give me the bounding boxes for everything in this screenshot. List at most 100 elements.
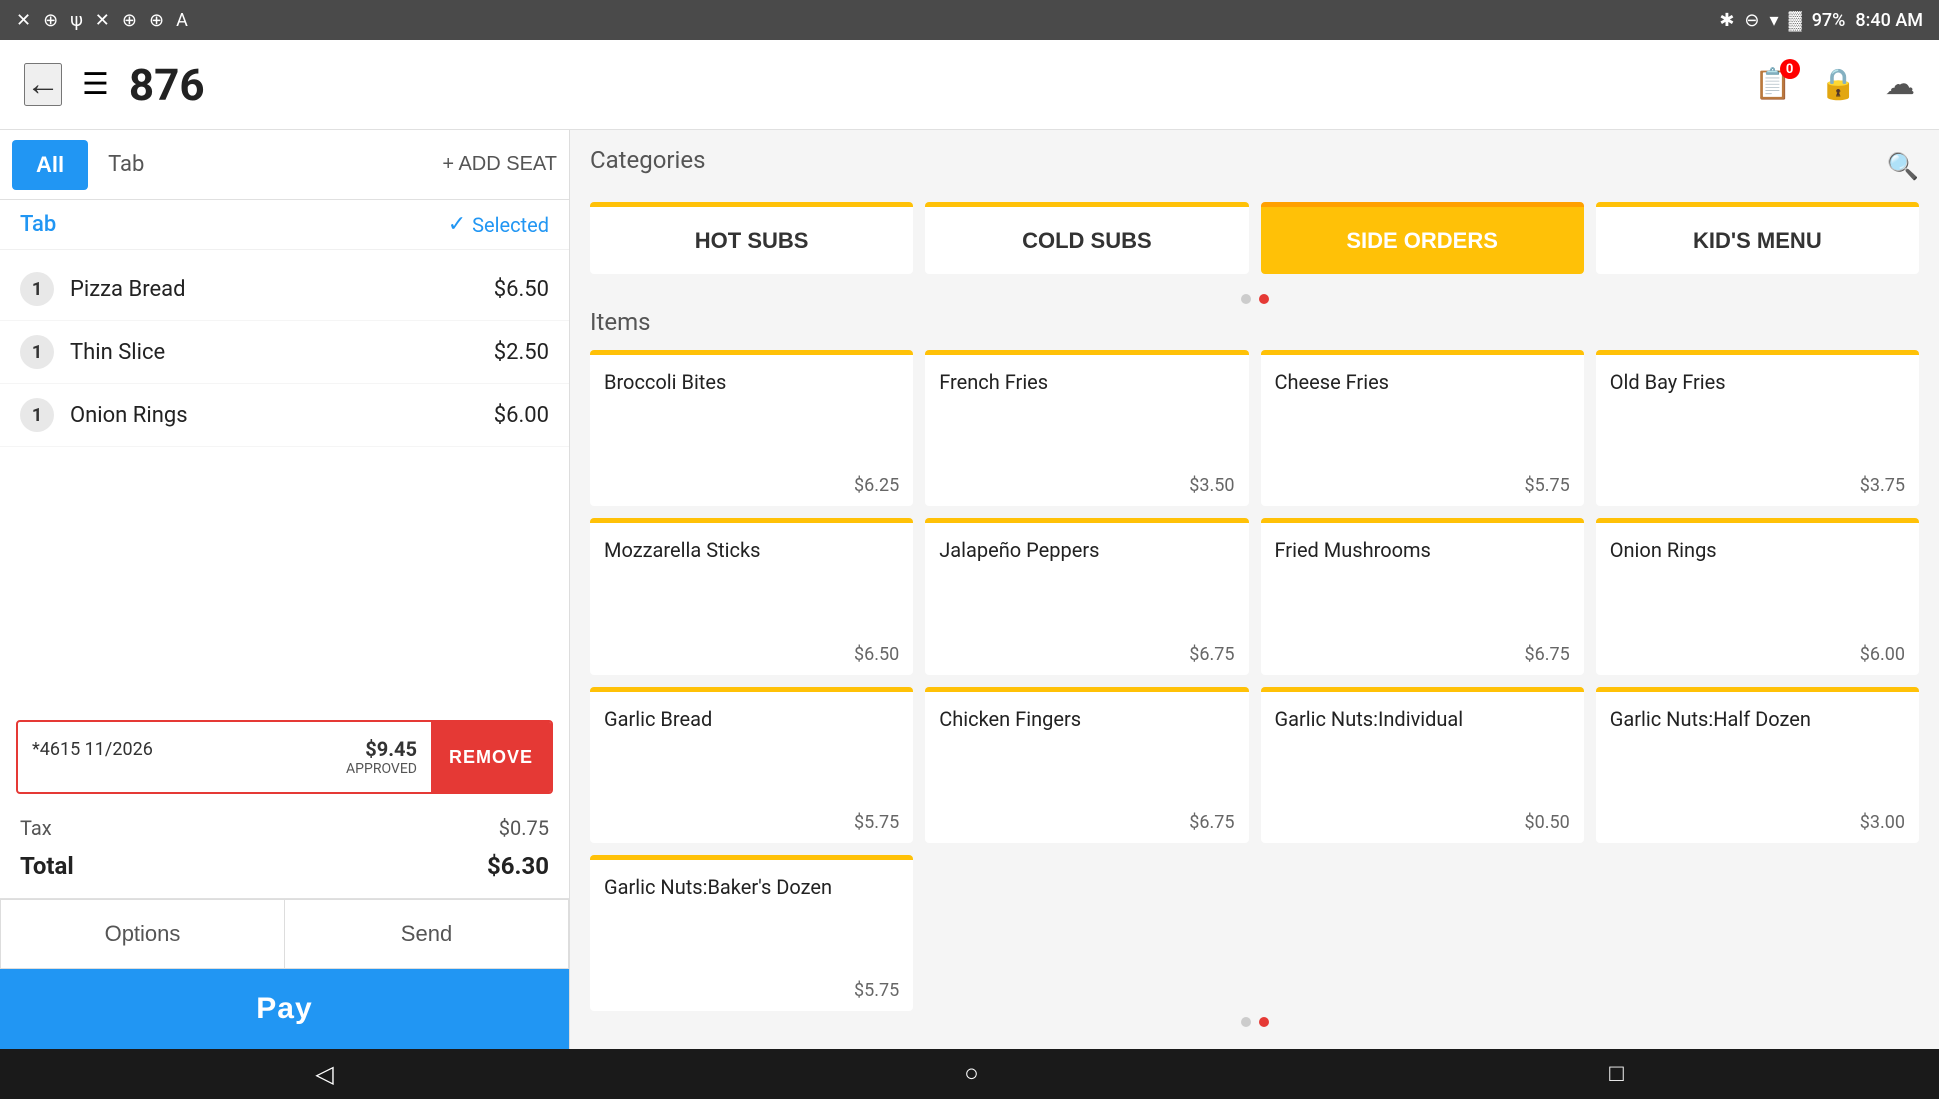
item-card-price: $3.00 — [1610, 812, 1905, 833]
status-icon-5: ⊕ — [122, 10, 137, 31]
tab-header: Tab ✓ Selected — [0, 200, 569, 250]
item-card-name: Jalapeño Peppers — [939, 537, 1234, 633]
item-qty: 1 — [20, 272, 54, 306]
cat-dot-1 — [1241, 294, 1251, 304]
item-card-name: Mozzarella Sticks — [604, 537, 899, 633]
item-card-name: Old Bay Fries — [1610, 369, 1905, 465]
item-price: $6.00 — [494, 403, 549, 428]
selected-label: ✓ Selected — [448, 212, 549, 237]
total-label: Total — [20, 852, 74, 880]
item-card[interactable]: Garlic Nuts:Half Dozen $3.00 — [1596, 687, 1919, 843]
item-card-price: $5.75 — [1275, 475, 1570, 496]
notification-badge: 0 — [1780, 59, 1800, 79]
cat-dot-2 — [1259, 294, 1269, 304]
item-card[interactable]: Garlic Nuts:Baker's Dozen $5.75 — [590, 855, 913, 1011]
nav-square-button[interactable]: □ — [1569, 1052, 1664, 1096]
orders-icon[interactable]: 📋 0 — [1754, 67, 1791, 102]
item-card-price: $3.50 — [939, 475, 1234, 496]
send-button[interactable]: Send — [284, 899, 569, 969]
item-card-name: Garlic Bread — [604, 706, 899, 802]
pay-button[interactable]: Pay — [0, 969, 569, 1049]
remove-button[interactable]: REMOVE — [431, 722, 551, 792]
bluetooth-icon: ✱ — [1719, 10, 1734, 31]
selected-text: Selected — [472, 213, 549, 237]
options-button[interactable]: Options — [0, 899, 284, 969]
item-card[interactable]: Onion Rings $6.00 — [1596, 518, 1919, 674]
left-panel: All Tab + ADD SEAT Tab ✓ Selected 1 Pizz… — [0, 130, 570, 1049]
item-card-name: Fried Mushrooms — [1275, 537, 1570, 633]
order-items-list: 1 Pizza Bread $6.50 1 Thin Slice $2.50 1… — [0, 250, 569, 712]
categories-title: Categories — [590, 146, 706, 174]
item-card-price: $5.75 — [604, 980, 899, 1001]
status-right: ✱ ⊖ ▾ ▓ 97% 8:40 AM — [1719, 10, 1923, 31]
item-card[interactable]: French Fries $3.50 — [925, 350, 1248, 506]
right-panel: Categories 🔍 HOT SUBSCOLD SUBSSIDE ORDER… — [570, 130, 1939, 1049]
all-button[interactable]: All — [12, 140, 88, 190]
item-price: $6.50 — [494, 277, 549, 302]
item-card-price: $6.75 — [939, 812, 1234, 833]
action-buttons: Options Send — [0, 898, 569, 969]
categories-row: HOT SUBSCOLD SUBSSIDE ORDERSKID'S MENU — [590, 202, 1919, 274]
category-pagination — [590, 290, 1919, 308]
add-seat-button[interactable]: + ADD SEAT — [442, 153, 557, 176]
payment-info: *4615 11/2026 $9.45 APPROVED — [18, 727, 431, 787]
item-card[interactable]: Garlic Nuts:Individual $0.50 — [1261, 687, 1584, 843]
item-card[interactable]: Jalapeño Peppers $6.75 — [925, 518, 1248, 674]
battery-icon: ▓ — [1789, 10, 1802, 31]
status-icon-7: A — [176, 10, 188, 31]
item-card-price: $6.50 — [604, 644, 899, 665]
wifi-icon: ▾ — [1770, 10, 1779, 31]
status-icons-left: ✕ ⊕ ψ ✕ ⊕ ⊕ A — [16, 10, 188, 31]
categories-header: Categories 🔍 — [590, 146, 1919, 188]
checkmark-icon: ✓ — [448, 212, 466, 237]
order-number: 876 — [129, 59, 205, 111]
status-icon-6: ⊕ — [149, 10, 164, 31]
back-button[interactable]: ← — [24, 63, 62, 106]
item-qty: 1 — [20, 398, 54, 432]
nav-back-button[interactable]: ◁ — [275, 1052, 373, 1097]
order-item[interactable]: 1 Thin Slice $2.50 — [0, 321, 569, 384]
bottom-nav: ◁ ○ □ — [0, 1049, 1939, 1099]
category-button[interactable]: HOT SUBS — [590, 202, 913, 274]
category-button[interactable]: SIDE ORDERS — [1261, 202, 1584, 274]
payment-card: *4615 11/2026 — [32, 739, 153, 760]
item-card[interactable]: Broccoli Bites $6.25 — [590, 350, 913, 506]
item-card-price: $5.75 — [604, 812, 899, 833]
item-card[interactable]: Old Bay Fries $3.75 — [1596, 350, 1919, 506]
main-content: All Tab + ADD SEAT Tab ✓ Selected 1 Pizz… — [0, 130, 1939, 1049]
order-item[interactable]: 1 Onion Rings $6.00 — [0, 384, 569, 447]
clock: 8:40 AM — [1855, 10, 1923, 31]
item-card-price: $6.75 — [939, 644, 1234, 665]
order-item[interactable]: 1 Pizza Bread $6.50 — [0, 258, 569, 321]
seat-bar: All Tab + ADD SEAT — [0, 130, 569, 200]
item-card[interactable]: Chicken Fingers $6.75 — [925, 687, 1248, 843]
item-card[interactable]: Garlic Bread $5.75 — [590, 687, 913, 843]
item-name: Onion Rings — [70, 403, 478, 428]
top-bar: ← ☰ 876 📋 0 🔒 ☁ — [0, 40, 1939, 130]
lock-icon[interactable]: 🔒 — [1820, 67, 1857, 102]
item-card[interactable]: Fried Mushrooms $6.75 — [1261, 518, 1584, 674]
item-card-name: Garlic Nuts:Individual — [1275, 706, 1570, 802]
category-button[interactable]: KID'S MENU — [1596, 202, 1919, 274]
item-card-price: $0.50 — [1275, 812, 1570, 833]
nav-home-button[interactable]: ○ — [924, 1052, 1019, 1096]
item-card-name: Broccoli Bites — [604, 369, 899, 465]
battery-percent: 97% — [1812, 10, 1846, 31]
totals-section: Tax $0.75 Total $6.30 — [0, 802, 569, 894]
items-pagination — [590, 1011, 1919, 1033]
category-button[interactable]: COLD SUBS — [925, 202, 1248, 274]
search-icon[interactable]: 🔍 — [1887, 152, 1919, 182]
item-card[interactable]: Mozzarella Sticks $6.50 — [590, 518, 913, 674]
item-card-name: Cheese Fries — [1275, 369, 1570, 465]
items-title: Items — [590, 308, 1919, 336]
payment-row: *4615 11/2026 $9.45 APPROVED REMOVE — [16, 720, 553, 794]
item-card-price: $6.75 — [1275, 644, 1570, 665]
item-card-name: Onion Rings — [1610, 537, 1905, 633]
signal-icon: ⊖ — [1744, 10, 1759, 31]
item-card[interactable]: Cheese Fries $5.75 — [1261, 350, 1584, 506]
cloud-icon[interactable]: ☁ — [1885, 67, 1915, 102]
tax-amount: $0.75 — [499, 816, 549, 840]
item-name: Pizza Bread — [70, 277, 478, 302]
menu-icon[interactable]: ☰ — [82, 67, 109, 102]
item-card-price: $6.25 — [604, 475, 899, 496]
